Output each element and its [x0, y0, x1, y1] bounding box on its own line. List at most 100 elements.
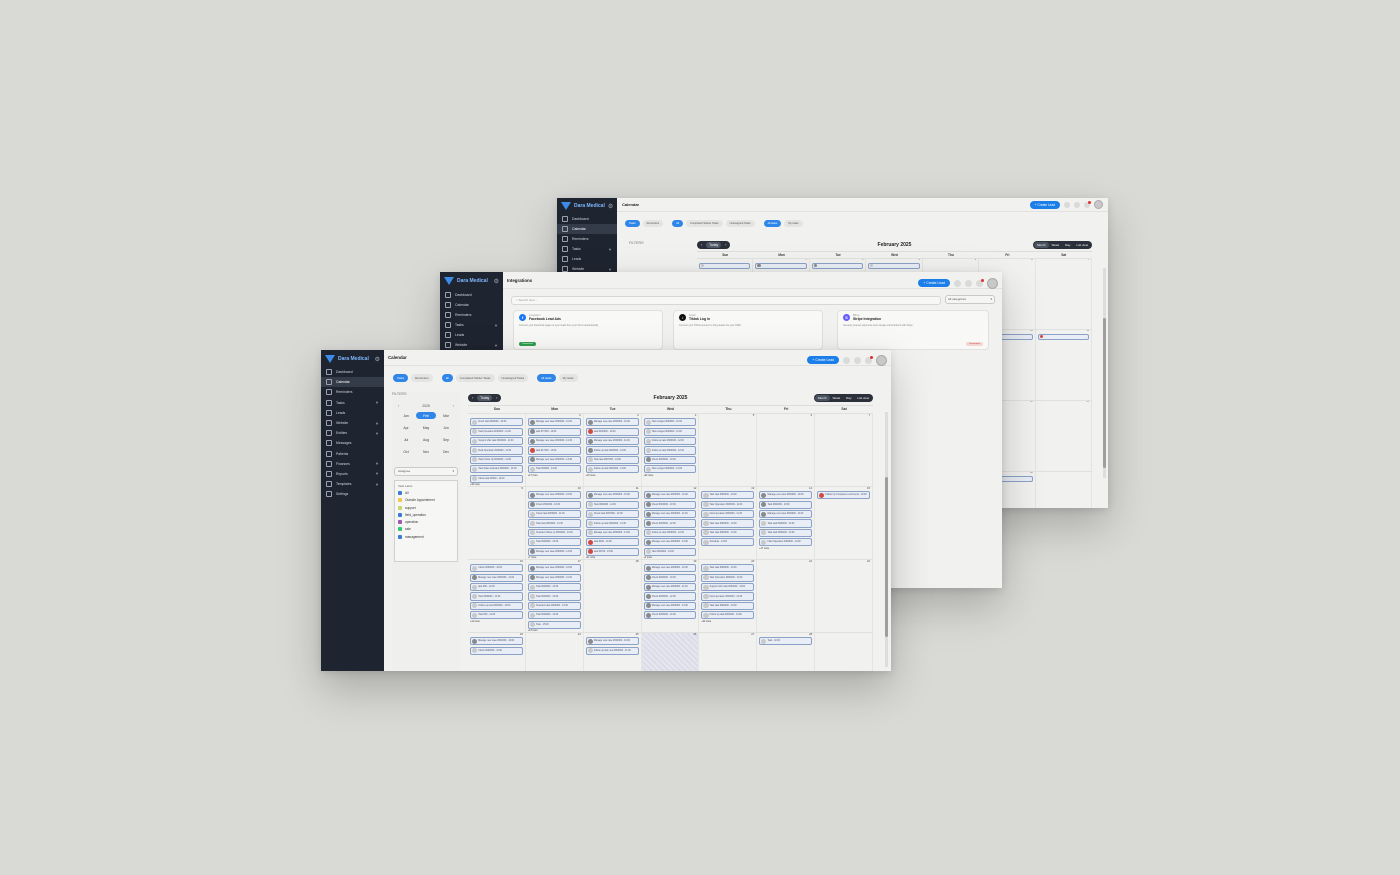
day-cell[interactable]: 11 Manage new case #000000 - 10:00 Task #0… — [584, 487, 642, 559]
day-cell[interactable]: 2 Manage new case #000000 - 11:00 task #77… — [526, 414, 584, 486]
gear-icon[interactable]: ⚙ — [375, 356, 380, 363]
user-avatar[interactable] — [1094, 200, 1103, 209]
gear-icon[interactable]: ⚙ — [494, 278, 499, 285]
more-events-link[interactable]: +22 more — [642, 475, 699, 477]
calendar-event[interactable]: Support offer task #000000 - 11:30 — [470, 437, 523, 446]
calendar-event[interactable]: Manage new case #000000 - 10:00 — [643, 564, 697, 573]
day-cell[interactable]: 13 Task task #000000 - 10:00 Task Operatio… — [699, 487, 758, 559]
day-cell[interactable]: Fresh task #000000 - 10:00 Task Operation… — [468, 414, 526, 486]
chip-reminders[interactable]: Reminders — [411, 374, 433, 382]
sidebar-item-leads[interactable]: Leads — [321, 408, 384, 418]
more-events-link[interactable]: +2 more — [642, 557, 699, 559]
calendar-event[interactable]: task #0700 - 15:00 — [585, 547, 639, 556]
calendar-event[interactable]: Manage new case #000000 - 10:00 — [527, 491, 581, 500]
day-cell[interactable]: 17 Manage new case #000000 - 10:00 Manage … — [526, 560, 584, 632]
calendar-event[interactable]: Task Operation #000000 - 11:00 — [470, 427, 523, 436]
calendar-event[interactable]: Task task #000000 - 10:00 — [701, 491, 755, 500]
day-cell[interactable]: 27 — [699, 633, 758, 671]
calendar-event[interactable]: Check task #000000 - 11:00 — [527, 510, 581, 519]
calendar-event[interactable]: Follow up task #000000 - 14:00 — [585, 465, 639, 474]
calendar-event[interactable]: Sussdent task #000000 - 13:30 — [527, 601, 581, 610]
day-cell[interactable]: 12 Manage new case #000000 - 10:00 Check #… — [642, 487, 700, 559]
calendar-event[interactable]: Manage new case #000000 - 10:00 — [759, 491, 813, 500]
day-cell[interactable]: 21 — [757, 560, 816, 632]
calendar-event[interactable]: Manage new case #000000 - 13:00 — [643, 538, 697, 547]
calendar-event[interactable]: Field Operation #000000 - 14:00 — [759, 538, 813, 547]
calendar-event[interactable]: Task #000000 - 13:00 — [527, 538, 581, 547]
calendar-event[interactable]: Task #000000 - 14:00 — [527, 611, 581, 620]
calendar-event[interactable]: Manage new case #000000 - 10:00 — [470, 637, 523, 646]
view-week[interactable]: Week — [1049, 242, 1063, 248]
prev-year-button[interactable]: ‹ — [398, 404, 399, 408]
prev-month-button[interactable]: ‹ — [699, 243, 704, 247]
month-dec[interactable]: Dec — [436, 448, 456, 455]
calendar-event[interactable]: Manage new case #000000 - 10:00 — [585, 418, 639, 427]
day-cell[interactable]: 14 Manage new case #000000 - 10:00 Task #0… — [757, 487, 816, 559]
day-cell[interactable]: 7 — [1036, 259, 1092, 329]
category-filter[interactable]: All categories ▾ — [945, 295, 995, 304]
calendar-event[interactable]: Task task #000000 - 12:00 — [759, 519, 813, 528]
sidebar-item-dashboard[interactable]: Dashboard — [321, 367, 384, 377]
calendar-event[interactable]: task #00 - 12:00 — [470, 583, 523, 592]
calendar-event[interactable]: Schedule - 14:00 — [701, 538, 755, 547]
calendar-event[interactable] — [755, 262, 807, 269]
calendar-event[interactable]: Task task #000000 - 13:00 — [701, 528, 755, 537]
user-avatar[interactable] — [876, 354, 887, 366]
sidebar-item-calendar[interactable]: Calendar — [440, 300, 503, 310]
calendar-event[interactable]: Check #000000 - 14:00 — [643, 611, 697, 620]
create-lead-button[interactable]: + Create Lead — [807, 356, 839, 364]
task-label-item[interactable]: All — [398, 491, 454, 495]
integration-card[interactable]: ♪ Social Tiktok Log in Connect your TikTok … — [673, 310, 823, 350]
calendar-event[interactable]: Manage new case #000000 - 11:00 — [643, 583, 697, 592]
calendar-event[interactable]: Manage new case #000000 - 10:00 — [585, 491, 639, 500]
day-cell[interactable]: 16 Check #000000 - 10:00 Manage new case #… — [468, 560, 526, 632]
notification-bell-icon[interactable] — [976, 278, 984, 287]
calendar-event[interactable]: Field operation #000000 - 11:30 — [701, 510, 755, 519]
day-cell[interactable]: 19 Manage new case #000000 - 10:00 Check #… — [642, 560, 700, 632]
checkbox[interactable] — [398, 534, 402, 539]
sidebar-item-website[interactable]: Website ▼ — [321, 418, 384, 428]
chip-tasks[interactable]: Tasks — [625, 220, 640, 227]
calendar-event[interactable]: Follow up task #000000 - 13:00 — [470, 601, 523, 610]
calendar-event[interactable]: Task #000000 - 12:30 — [470, 592, 523, 601]
day-cell[interactable]: 9 — [468, 487, 526, 559]
calendar-event[interactable]: Sussdent follow up #000000 - 12:00 — [527, 528, 581, 537]
sidebar-item-tasks[interactable]: Tasks ▼ — [557, 244, 617, 254]
more-events-link[interactable]: +15 more — [584, 475, 641, 477]
calendar-event[interactable]: Field operation #000000 - 12:30 — [701, 592, 755, 601]
calendar-event[interactable]: Manage new case #000000 - 13:30 — [527, 455, 581, 464]
chip-completed[interactable]: Completed Sticker Tasks — [686, 220, 723, 227]
month-oct[interactable]: Oct — [396, 448, 416, 455]
chip-all-tasks[interactable]: All tasks — [763, 220, 782, 227]
calendar-event[interactable]: task #000000 - 10:30 — [585, 427, 639, 436]
chip-all[interactable]: All — [672, 220, 684, 227]
create-lead-button[interactable]: + Create Lead — [1029, 200, 1060, 209]
integration-card[interactable]: f Integration Facebook Lead Ads Connect you… — [513, 310, 663, 350]
calendar-event[interactable]: Task Follow Up #000000 - 11:30 — [470, 455, 523, 464]
day-cell[interactable]: 23 Manage new case #000000 - 10:00 Check #… — [468, 633, 526, 671]
calendar-event[interactable]: Follow up task #000000 - 12:00 — [643, 437, 697, 446]
more-events-link[interactable]: +22 more — [699, 621, 756, 623]
more-events-link[interactable]: +7 more — [526, 557, 583, 559]
chip-completed[interactable]: Completed Sticker Tasks — [455, 374, 495, 382]
day-cell[interactable]: 7 — [815, 414, 873, 486]
chip-unassigned[interactable]: Unassigned Tasks — [497, 374, 529, 382]
checkbox[interactable] — [398, 505, 402, 510]
chip-my-tasks[interactable]: My tasks — [784, 220, 803, 227]
task-label-item[interactable]: operation — [398, 520, 454, 525]
calendar-event[interactable]: Check #000000 - 13:00 — [643, 455, 697, 464]
chip-reminders[interactable]: Reminders — [642, 220, 664, 227]
month-apr[interactable]: Apr — [396, 424, 416, 431]
gear-icon[interactable]: ⚙ — [608, 203, 613, 210]
status-badge[interactable]: Connected — [519, 342, 536, 346]
search-input[interactable]: ⌕ Search here... — [511, 296, 941, 305]
view-day[interactable]: Day — [1062, 242, 1073, 248]
calendar-event[interactable]: Task #00000 - 14:00 — [527, 465, 581, 474]
month-feb[interactable]: Feb — [416, 412, 436, 419]
day-cell[interactable]: 22 — [1036, 401, 1092, 471]
calendar-event[interactable]: Check #000000 - 10:30 — [643, 500, 697, 509]
calendar-event[interactable]: Follow up task #000000 - 12:30 — [643, 446, 697, 455]
notification-bell-icon[interactable] — [1084, 200, 1091, 208]
calendar-event[interactable]: Follow up task new #000000 - 11:00 — [585, 646, 639, 655]
create-lead-button[interactable]: + Create Lead — [918, 279, 950, 287]
